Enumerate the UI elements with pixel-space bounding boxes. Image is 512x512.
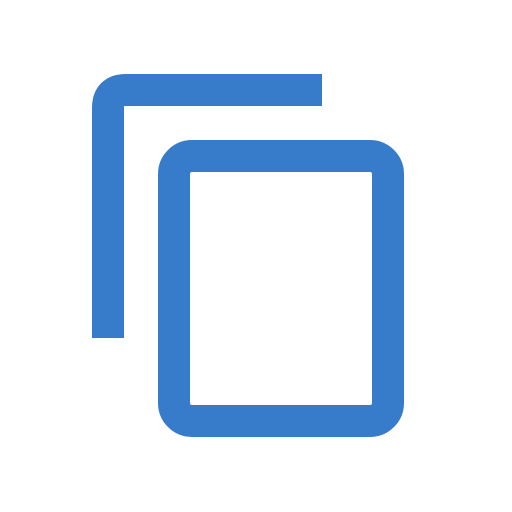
copy-icon-back-page — [92, 74, 322, 338]
copy-icon-front-page — [158, 140, 404, 437]
icon-canvas — [0, 0, 512, 512]
copy-icon[interactable] — [0, 0, 512, 512]
